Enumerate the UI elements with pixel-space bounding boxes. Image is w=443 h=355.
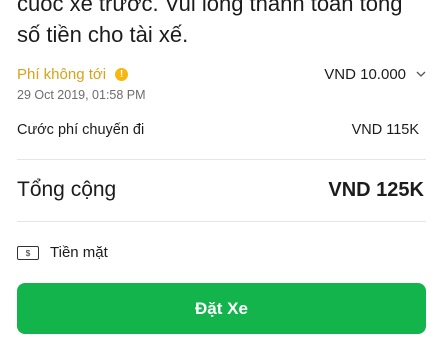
trip-fare-row: Cước phí chuyến đi VND 115K	[17, 122, 426, 138]
payment-notice: cuốc xe trước. Vui lòng thanh toán tổng …	[17, 0, 427, 50]
no-show-fee-label-group: Phí không tới !	[17, 65, 129, 83]
chevron-down-icon[interactable]	[416, 69, 426, 79]
no-show-fee-amount: VND 10.000	[324, 65, 406, 83]
payment-method-row[interactable]: $ Tiền mặt	[17, 244, 426, 261]
notice-line-2: số tiền cho tài xế.	[17, 22, 189, 47]
total-label: Tổng cộng	[17, 178, 117, 201]
book-ride-button[interactable]: Đặt Xe	[17, 283, 426, 334]
divider	[17, 159, 426, 160]
total-row: Tổng cộng VND 125K	[17, 178, 426, 202]
notice-line-1: cuốc xe trước. Vui lòng thanh toán tổng	[17, 0, 403, 16]
trip-fare-amount: VND 115K	[351, 122, 419, 138]
no-show-fee-row[interactable]: Phí không tới ! VND 10.000	[17, 64, 426, 84]
fare-summary-screen: cuốc xe trước. Vui lòng thanh toán tổng …	[0, 0, 443, 355]
total-amount: VND 125K	[328, 179, 424, 201]
no-show-fee-amount-group[interactable]: VND 10.000	[324, 66, 426, 83]
payment-method-label: Tiền mặt	[50, 244, 108, 261]
cash-icon: $	[17, 245, 39, 260]
divider	[17, 221, 426, 222]
no-show-fee-label: Phí không tới	[17, 65, 107, 83]
trip-fare-label: Cước phí chuyến đi	[17, 122, 145, 138]
no-show-fee-timestamp: 29 Oct 2019, 01:58 PM	[17, 88, 146, 102]
info-icon[interactable]: !	[115, 67, 129, 81]
